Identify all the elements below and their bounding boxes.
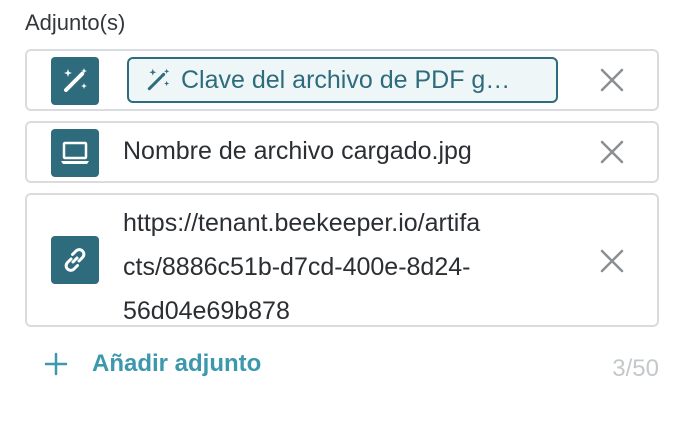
attachment-card-upload: Nombre de archivo cargado.jpg xyxy=(25,121,659,183)
remove-attachment-button[interactable] xyxy=(597,65,627,95)
url-line: 56d04e69b878 xyxy=(123,297,290,325)
attachments-label: Adjunto(s) xyxy=(25,10,126,35)
attachment-card-generated: Clave del archivo de PDF g… xyxy=(25,49,659,111)
generated-file-chip[interactable]: Clave del archivo de PDF g… xyxy=(127,57,558,103)
laptop-icon xyxy=(51,129,99,177)
plus-icon xyxy=(44,352,68,376)
magic-wand-icon xyxy=(51,57,99,105)
remove-attachment-button[interactable] xyxy=(597,246,627,276)
url-line: cts/8886c51b-d7cd-400e-8d24- xyxy=(123,253,471,281)
close-icon xyxy=(600,140,624,164)
generated-file-chip-label: Clave del archivo de PDF g… xyxy=(181,65,511,94)
close-icon xyxy=(600,249,624,273)
attachment-counter: 3/50 xyxy=(612,355,659,382)
url-line: https://tenant.beekeeper.io/artifa xyxy=(123,209,481,237)
add-attachment-label: Añadir adjunto xyxy=(92,350,262,377)
add-attachment-button[interactable]: Añadir adjunto xyxy=(44,350,261,378)
attachment-url[interactable]: https://tenant.beekeeper.io/artifa cts/8… xyxy=(123,201,563,333)
remove-attachment-button[interactable] xyxy=(597,137,627,167)
magic-wand-icon xyxy=(147,68,170,91)
uploaded-file-name: Nombre de archivo cargado.jpg xyxy=(123,137,472,165)
link-icon xyxy=(51,236,99,284)
close-icon xyxy=(600,68,624,92)
attachment-card-link: https://tenant.beekeeper.io/artifa cts/8… xyxy=(25,193,659,327)
